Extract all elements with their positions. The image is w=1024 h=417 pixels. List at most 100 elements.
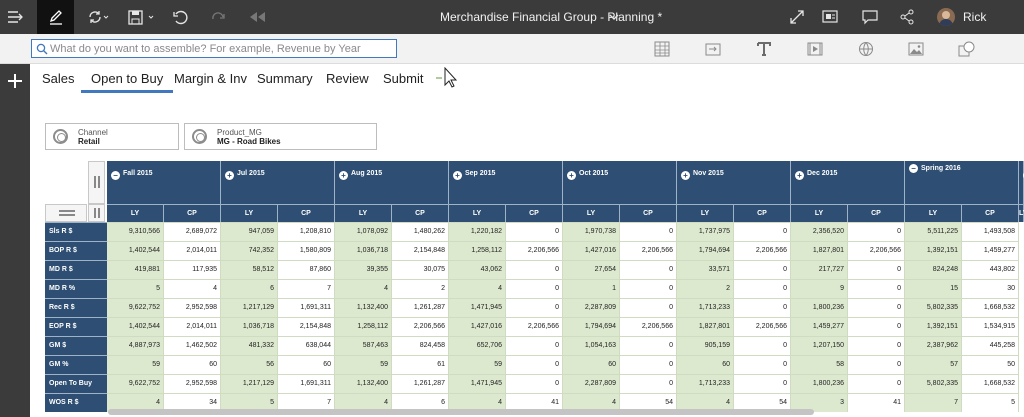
grid-cell[interactable]: 1,827,801	[791, 241, 848, 260]
grid-menu-icon[interactable]	[45, 204, 87, 222]
grid-cell[interactable]: 2,206,566	[506, 317, 563, 336]
grid-cell[interactable]: 824,248	[905, 260, 962, 279]
grid-cell[interactable]: 9	[791, 279, 848, 298]
grid-cell[interactable]: 0	[734, 222, 791, 241]
grid-cell[interactable]: 0	[848, 317, 905, 336]
grid-cell[interactable]: 9,310,566	[107, 222, 164, 241]
grid-cell[interactable]: 0	[734, 355, 791, 374]
collapse-icon[interactable]: −	[111, 171, 120, 180]
grid-cell[interactable]: 0	[848, 374, 905, 393]
grid-cell[interactable]: 60	[677, 355, 734, 374]
grid-cell[interactable]: 4	[164, 279, 221, 298]
grid-cell[interactable]: 15	[905, 279, 962, 298]
grid-cell[interactable]: 2,287,809	[563, 298, 620, 317]
user-name[interactable]: Rick Stevenson	[963, 0, 1024, 58]
grid-cell[interactable]: 56	[221, 355, 278, 374]
horizontal-scrollbar[interactable]	[108, 409, 814, 415]
tab-summary[interactable]: Summary	[257, 71, 313, 93]
grid-cell[interactable]: 5	[962, 393, 1019, 412]
grid-cell[interactable]: 2,206,566	[734, 317, 791, 336]
grid-cell[interactable]: 1	[563, 279, 620, 298]
column-drag-handle[interactable]	[88, 161, 105, 204]
grid-cell[interactable]: 1,132,400	[335, 374, 392, 393]
grid-cell[interactable]: 30	[962, 279, 1019, 298]
grid-cell[interactable]: 7	[278, 279, 335, 298]
grid-cell[interactable]: 57	[905, 355, 962, 374]
grid-cell[interactable]: 443,802	[962, 260, 1019, 279]
grid-cell[interactable]: 50	[962, 355, 1019, 374]
grid-cell[interactable]: 0	[734, 374, 791, 393]
grid-cell[interactable]: 2,952,598	[164, 298, 221, 317]
grid-cell[interactable]: 58	[791, 355, 848, 374]
grid-cell[interactable]: 117,935	[164, 260, 221, 279]
grid-cell[interactable]: 1,668,532	[962, 374, 1019, 393]
grid-cell[interactable]: 2,206,566	[620, 241, 677, 260]
grid-cell[interactable]: 4	[449, 279, 506, 298]
grid-cell[interactable]: 27,654	[563, 260, 620, 279]
grid-cell[interactable]: 2,154,848	[278, 317, 335, 336]
share-icon[interactable]	[895, 0, 919, 34]
grid-cell[interactable]: 1,402,544	[107, 241, 164, 260]
grid-cell[interactable]: 1,480,262	[392, 222, 449, 241]
present-icon[interactable]	[818, 0, 842, 34]
grid-cell[interactable]: 0	[620, 374, 677, 393]
grid-cell[interactable]: 0	[620, 222, 677, 241]
grid-cell[interactable]: 0	[506, 374, 563, 393]
grid-cell[interactable]: 0	[848, 260, 905, 279]
grid-cell[interactable]: 0	[848, 222, 905, 241]
channel-context-selector[interactable]: Channel Retail	[45, 123, 179, 150]
undo-icon[interactable]	[168, 0, 192, 34]
grid-cell[interactable]: 2,206,566	[848, 241, 905, 260]
chevron-down-icon[interactable]	[606, 0, 622, 34]
grid-cell[interactable]: 2,387,962	[905, 336, 962, 355]
grid-cell[interactable]: 652,706	[449, 336, 506, 355]
grid-cell[interactable]: 60	[164, 355, 221, 374]
grid-cell[interactable]: 2	[392, 279, 449, 298]
grid-cell[interactable]: 43,062	[449, 260, 506, 279]
grid-cell[interactable]: 1,459,277	[962, 241, 1019, 260]
grid-cell[interactable]: 2,154,848	[392, 241, 449, 260]
grid-cell[interactable]: 1,800,236	[791, 298, 848, 317]
grid-cell[interactable]: 41	[848, 393, 905, 412]
tab-submit[interactable]: Submit	[383, 71, 423, 93]
fullscreen-icon[interactable]	[785, 0, 809, 34]
avatar[interactable]	[937, 8, 955, 26]
expand-icon[interactable]: +	[567, 171, 576, 180]
grid-cell[interactable]: 1,402,544	[107, 317, 164, 336]
grid-cell[interactable]: 61	[392, 355, 449, 374]
grid-cell[interactable]: 824,458	[392, 336, 449, 355]
grid-cell[interactable]: 2,014,011	[164, 317, 221, 336]
grid-cell[interactable]: 217,727	[791, 260, 848, 279]
grid-cell[interactable]: 1,392,151	[905, 241, 962, 260]
grid-cell[interactable]: 481,332	[221, 336, 278, 355]
refresh-icon[interactable]	[84, 0, 112, 34]
grid-cell[interactable]: 1,691,311	[278, 298, 335, 317]
grid-cell[interactable]: 0	[506, 336, 563, 355]
grid-cell[interactable]: 1,217,129	[221, 374, 278, 393]
sidebar-toggle-icon[interactable]	[0, 0, 30, 34]
grid-cell[interactable]: 1,036,718	[335, 241, 392, 260]
grid-cell[interactable]: 87,860	[278, 260, 335, 279]
grid-cell[interactable]: 59	[449, 355, 506, 374]
grid-cell[interactable]: 0	[620, 260, 677, 279]
grid-cell[interactable]: 1,794,694	[563, 317, 620, 336]
app-title[interactable]: Merchandise Financial Group - Planning *	[440, 0, 662, 34]
redo-icon[interactable]	[206, 0, 230, 34]
grid-cell[interactable]: 1,462,502	[164, 336, 221, 355]
grid-cell[interactable]: 1,261,287	[392, 298, 449, 317]
grid-cell[interactable]: 0	[620, 279, 677, 298]
tab-open-to-buy[interactable]: Open to Buy	[81, 71, 174, 93]
grid-cell[interactable]: 1,036,718	[221, 317, 278, 336]
grid-cell[interactable]: 59	[335, 355, 392, 374]
tab-margin-inv[interactable]: Margin & Inv	[174, 71, 247, 93]
grid-cell[interactable]: 0	[506, 355, 563, 374]
grid-cell[interactable]: 1,078,092	[335, 222, 392, 241]
grid-cell[interactable]: 0	[848, 279, 905, 298]
expand-icon[interactable]: +	[795, 171, 804, 180]
grid-cell[interactable]: 6	[221, 279, 278, 298]
edit-pencil-icon[interactable]	[37, 0, 74, 34]
grid-cell[interactable]: 2,206,566	[734, 241, 791, 260]
expand-icon[interactable]: +	[681, 171, 690, 180]
grid-cell[interactable]: 1,392,151	[905, 317, 962, 336]
grid-cell[interactable]: 1,800,236	[791, 374, 848, 393]
